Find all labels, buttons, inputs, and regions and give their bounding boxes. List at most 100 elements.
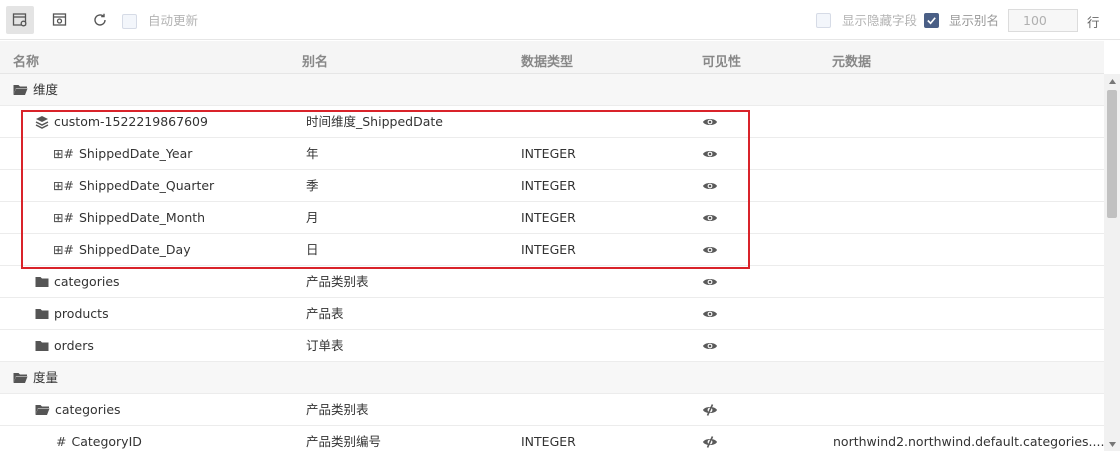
vertical-scrollbar[interactable] [1104,74,1120,451]
auto-update-checkbox[interactable] [122,14,137,29]
row-datatype: INTEGER [521,210,576,225]
table-row[interactable]: custom-1522219867609 时间维度_ShippedDate [0,106,1104,138]
show-alias-checkbox[interactable] [924,13,939,28]
row-alias[interactable]: 日 [306,242,319,258]
table-row[interactable]: orders 订单表 [0,330,1104,362]
folder-icon [35,341,49,351]
eye-icon[interactable] [702,244,718,256]
show-alias-label: 显示别名 [949,13,1000,28]
row-name: categories [35,402,121,418]
folder-open-icon [13,85,28,95]
row-alias[interactable]: 时间维度_ShippedDate [306,114,443,130]
row-name: ⊞# ShippedDate_Year [53,146,192,162]
row-alias[interactable]: 月 [306,210,319,226]
folder-open-icon [13,373,28,383]
eye-icon[interactable] [702,148,718,160]
eye-icon[interactable] [702,116,718,128]
row-unit-label: 行 [1087,15,1100,30]
row-name-text: ShippedDate_Quarter [78,178,215,193]
row-name-text: categories [54,274,120,289]
table-row[interactable]: categories 产品类别表 [0,266,1104,298]
preview-icon [52,13,67,26]
row-alias[interactable]: 产品类别表 [306,402,369,418]
row-name: custom-1522219867609 [35,114,208,130]
row-name-text: ShippedDate_Day [78,242,191,257]
table-row[interactable]: # CategoryID 产品类别编号 INTEGER northwind2.n… [0,426,1104,451]
eye-icon[interactable] [702,212,718,224]
eye-hidden-icon[interactable] [702,404,718,416]
row-alias[interactable]: 产品类别表 [306,274,369,290]
header-visibility[interactable]: 可见性 [702,51,741,70]
row-name-text: ShippedDate_Month [78,210,206,225]
row-name: # CategoryID [56,434,142,450]
table-settings-icon [12,13,27,27]
row-name: orders [35,338,94,354]
row-alias[interactable]: 年 [306,146,319,162]
folder-open-icon [35,405,50,415]
scrollbar-thumb[interactable] [1107,90,1117,218]
header-name[interactable]: 名称 [13,51,39,70]
checkmark-icon [927,17,936,25]
table-row[interactable]: 维度 [0,74,1104,106]
header-datatype[interactable]: 数据类型 [521,51,573,70]
dimension-number-icon: ⊞# [53,146,74,161]
row-datatype: INTEGER [521,242,576,257]
refresh-icon [94,13,106,26]
row-metadata: northwind2.northwind.default.categories.… [833,434,1104,449]
row-name-text: ShippedDate_Year [78,146,193,161]
row-name: 维度 [13,82,58,98]
dimension-number-icon: ⊞# [53,242,74,257]
refresh-button[interactable] [86,6,114,34]
table-row[interactable]: products 产品表 [0,298,1104,330]
auto-update-label: 自动更新 [148,13,199,28]
table-row[interactable]: ⊞# ShippedDate_Quarter 季 INTEGER [0,170,1104,202]
table-header: 名称 别名 数据类型 可见性 元数据 [0,41,1104,74]
eye-hidden-icon[interactable] [702,436,718,448]
preview-button[interactable] [46,6,74,34]
number-field-icon: # [56,434,67,449]
row-name-text: categories [55,402,121,417]
show-hidden-checkbox[interactable] [816,13,831,28]
eye-icon[interactable] [702,276,718,288]
row-name-text: custom-1522219867609 [54,114,208,129]
row-name: ⊞# ShippedDate_Quarter [53,178,214,194]
folder-icon [35,277,49,287]
row-name-text: CategoryID [71,434,142,449]
table-row[interactable]: categories 产品类别表 [0,394,1104,426]
row-name: ⊞# ShippedDate_Month [53,210,205,226]
row-alias[interactable]: 产品表 [306,306,344,322]
scroll-up-icon[interactable] [1104,74,1120,88]
row-name: ⊞# ShippedDate_Day [53,242,191,258]
row-count-input[interactable] [1008,9,1078,32]
table-view-button[interactable] [6,6,34,34]
row-alias[interactable]: 产品类别编号 [306,434,381,450]
row-name-text: 维度 [33,82,59,97]
row-datatype: INTEGER [521,178,576,193]
eye-icon[interactable] [702,308,718,320]
eye-icon[interactable] [702,340,718,352]
dimension-number-icon: ⊞# [53,178,74,193]
row-name-text: orders [54,338,94,353]
scroll-down-icon[interactable] [1104,437,1120,451]
table-row[interactable]: ⊞# ShippedDate_Day 日 INTEGER [0,234,1104,266]
field-table-body: 维度 custom-1522219867609 时间维度_ShippedDate… [0,74,1104,451]
row-name: 度量 [13,370,58,386]
row-name: categories [35,274,120,290]
row-name-text: products [54,306,109,321]
row-datatype: INTEGER [521,146,576,161]
row-name: products [35,306,109,322]
toolbar: 自动更新 显示隐藏字段 显示别名 行 [0,0,1120,40]
table-row[interactable]: ⊞# ShippedDate_Month 月 INTEGER [0,202,1104,234]
header-alias[interactable]: 别名 [302,51,328,70]
header-metadata[interactable]: 元数据 [832,51,871,70]
table-row[interactable]: ⊞# ShippedDate_Year 年 INTEGER [0,138,1104,170]
row-alias[interactable]: 订单表 [306,338,344,354]
layers-icon [35,116,49,129]
table-row[interactable]: 度量 [0,362,1104,394]
show-hidden-label: 显示隐藏字段 [842,13,918,28]
folder-icon [35,309,49,319]
row-datatype: INTEGER [521,434,576,449]
row-alias[interactable]: 季 [306,178,319,194]
dimension-number-icon: ⊞# [53,210,74,225]
eye-icon[interactable] [702,180,718,192]
